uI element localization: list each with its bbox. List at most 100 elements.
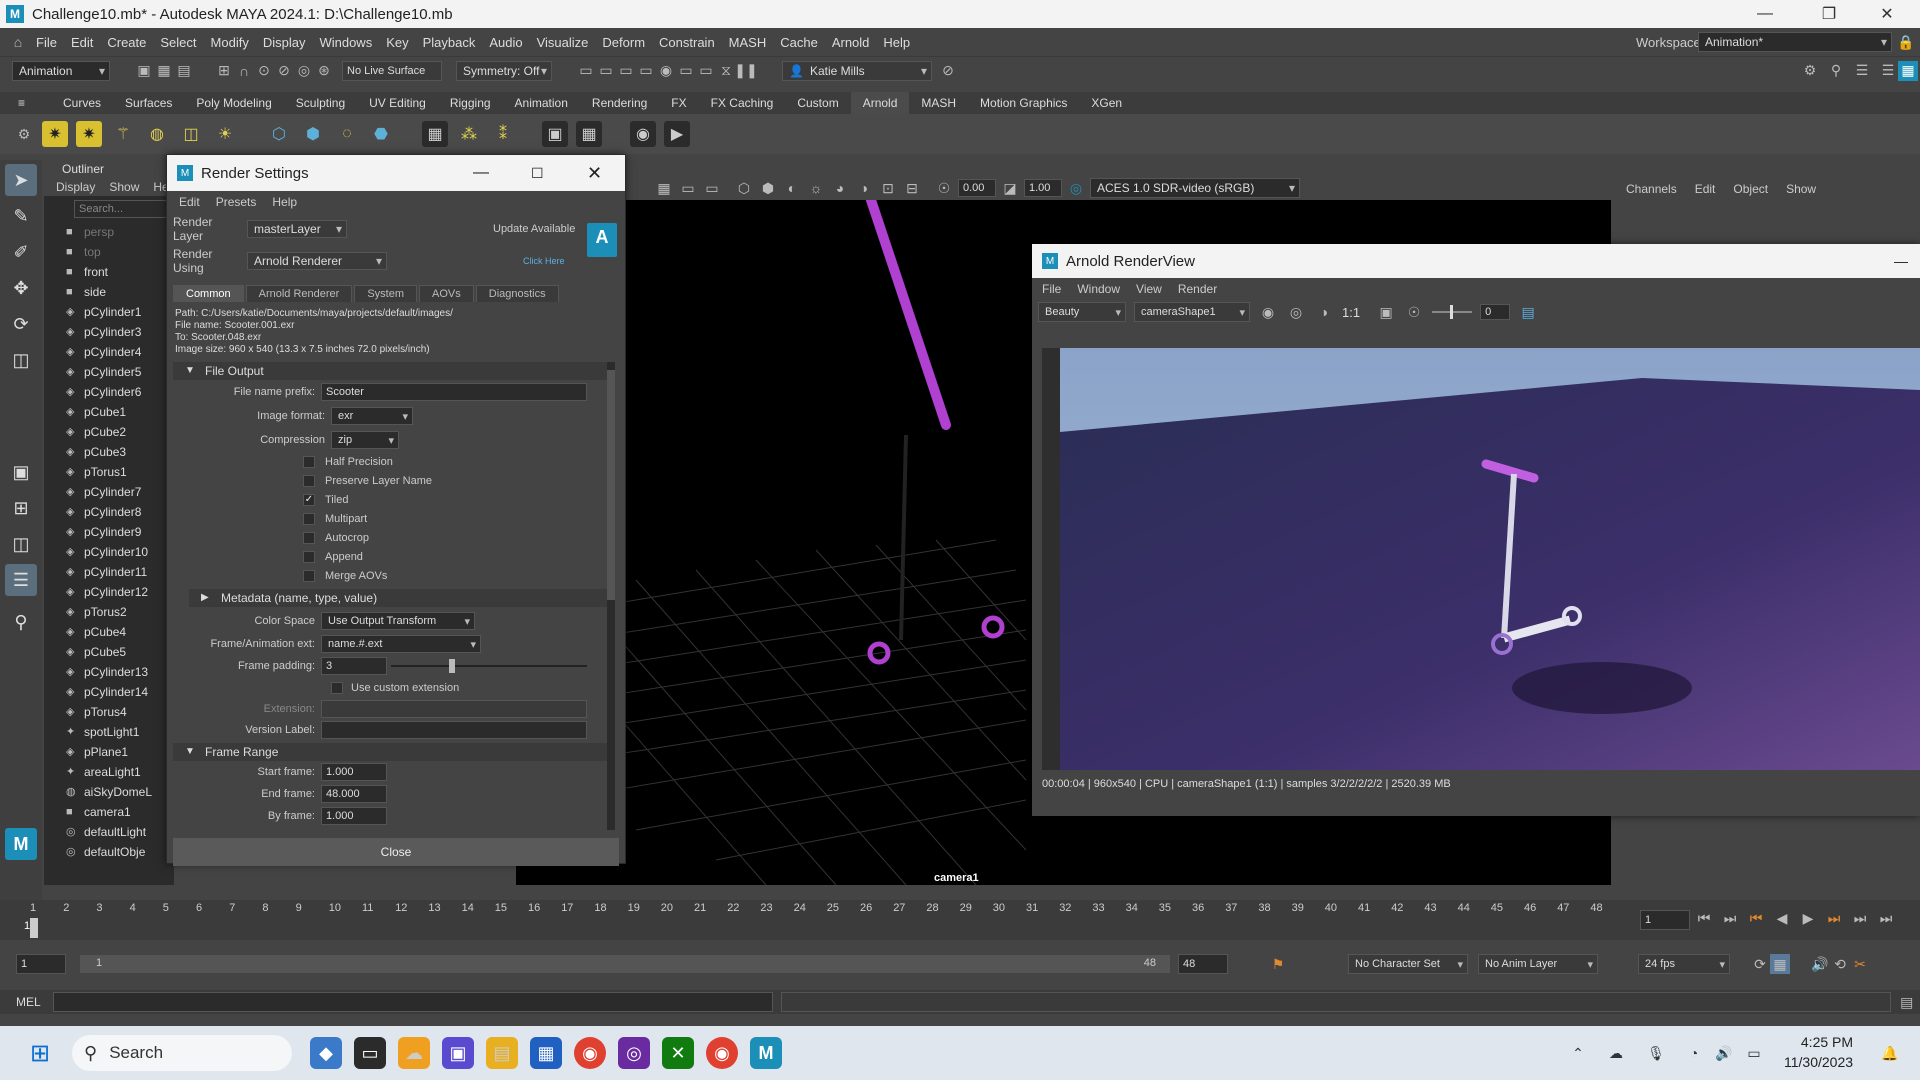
menu-modify[interactable]: Modify [211, 35, 249, 50]
menu-key[interactable]: Key [386, 35, 408, 50]
resolution-gate-icon[interactable]: ▭ [702, 178, 722, 198]
render-frame-icon[interactable]: ▭ [576, 61, 596, 81]
select-tool-icon[interactable]: ➤ [5, 164, 37, 196]
single-perspective-icon[interactable]: ▣ [5, 456, 37, 488]
format-dropdown[interactable]: exr [331, 407, 413, 425]
shelf-menu-icon[interactable]: ≡ [0, 92, 51, 114]
outliner-item[interactable]: ◈ pTorus2 [44, 602, 174, 622]
shelf-tab-fx-caching[interactable]: FX Caching [699, 92, 786, 114]
outliner-item[interactable]: ◈ pCylinder13 [44, 662, 174, 682]
menu-playback[interactable]: Playback [423, 35, 476, 50]
photometric-light-icon[interactable]: ⚚ [110, 121, 136, 147]
exposure-icon[interactable]: ☉ [934, 178, 954, 198]
tiled-checkbox[interactable]: ✓ [303, 493, 315, 506]
step-forward-frame-icon[interactable]: ⏭ [1824, 908, 1844, 928]
onedrive-icon[interactable]: ☁ [1606, 1043, 1626, 1063]
outliner-item[interactable]: ■ persp [44, 222, 174, 242]
standin-icon[interactable]: ⬡ [266, 121, 292, 147]
outliner-item[interactable]: ◈ pCylinder1 [44, 302, 174, 322]
sequence-icon[interactable]: ▦ [576, 121, 602, 147]
render-view-icon[interactable]: ▭ [676, 61, 696, 81]
rs-tab-aovs[interactable]: AOVs [419, 285, 474, 302]
prefix-input[interactable]: Scooter [321, 383, 587, 401]
menu-windows[interactable]: Windows [319, 35, 372, 50]
menuset-dropdown[interactable]: Animation [12, 60, 110, 81]
sound-icon[interactable]: 🔊 [1810, 954, 1830, 974]
loop-icon[interactable]: ⟳ [1750, 954, 1770, 974]
auto-key-icon[interactable]: ▦ [1770, 954, 1790, 974]
gamma-field[interactable]: 1.00 [1024, 179, 1062, 197]
widgets-icon[interactable]: ☁ [398, 1037, 430, 1069]
menu-file[interactable]: File [36, 35, 57, 50]
half-precision-checkbox[interactable] [303, 455, 315, 468]
snap-grid-icon[interactable]: ⊞ [214, 61, 234, 81]
shelf-tab-fx[interactable]: FX [659, 92, 698, 114]
ipr-render-icon[interactable]: ▭ [616, 61, 636, 81]
menu-mash[interactable]: MASH [729, 35, 767, 50]
outliner-item[interactable]: ◈ pCube1 [44, 402, 174, 422]
rotate-tool-icon[interactable]: ⟳ [5, 308, 37, 340]
select-component-icon[interactable]: ▤ [174, 61, 194, 81]
outliner-item[interactable]: ◎ defaultLight [44, 822, 174, 842]
channelbox-menu-object[interactable]: Object [1733, 182, 1768, 196]
textured-icon[interactable]: ◐ [782, 178, 802, 198]
outliner-item[interactable]: ◎ defaultObje [44, 842, 174, 862]
view-transform-dropdown[interactable]: ACES 1.0 SDR-video (sRGB) [1090, 178, 1300, 198]
outliner-item[interactable]: ◈ pCylinder12 [44, 582, 174, 602]
animation-end-field[interactable]: 48 [1178, 954, 1228, 974]
shelf-tab-animation[interactable]: Animation [503, 92, 580, 114]
outliner-item[interactable]: ◈ pCylinder6 [44, 382, 174, 402]
select-hierarchy-icon[interactable]: ▣ [134, 61, 154, 81]
current-frame-marker[interactable] [30, 918, 38, 938]
make-live-icon[interactable]: ⊛ [314, 61, 334, 81]
script-editor-icon[interactable]: ▤ [1897, 992, 1917, 1012]
outliner-item[interactable]: ✦ spotLight1 [44, 722, 174, 742]
home-icon[interactable]: ⌂ [8, 32, 28, 52]
shelf-tab-surfaces[interactable]: Surfaces [113, 92, 184, 114]
append-checkbox[interactable] [303, 550, 315, 563]
play-backwards-icon[interactable]: ◀ [1772, 908, 1792, 928]
time-slider[interactable]: 1 2 3 4 5 6 7 8 9 10 11 12 13 14 15 16 17 18 19 20 21 22 23 24 2… [0, 900, 1920, 940]
outliner-item[interactable]: ■ top [44, 242, 174, 262]
ao-icon[interactable]: ◑ [854, 178, 874, 198]
rv-menu-view[interactable]: View [1136, 282, 1162, 296]
xray-icon[interactable]: ⊟ [902, 178, 922, 198]
shelf-tab-arnold[interactable]: Arnold [850, 92, 910, 114]
outliner-item[interactable]: ◈ pCube3 [44, 442, 174, 462]
keyframe-icon[interactable]: ⚑ [1268, 954, 1288, 974]
preserve-layer-name-checkbox[interactable] [303, 474, 315, 487]
menu-create[interactable]: Create [107, 35, 146, 50]
maximize-button[interactable]: ❐ [1806, 0, 1852, 28]
exposure-rv-icon[interactable]: ☉ [1404, 302, 1424, 322]
wireframe-icon[interactable]: ⬡ [734, 178, 754, 198]
microphone-icon[interactable]: 🎙 [1646, 1043, 1666, 1063]
outliner-item[interactable]: ◍ aiSkyDomeL [44, 782, 174, 802]
channelbox-menu-channels[interactable]: Channels [1626, 182, 1677, 196]
click-here-link[interactable]: Click Here [523, 256, 565, 266]
render-button-icon[interactable]: ◉ [1258, 302, 1278, 322]
exposure-rv-input[interactable]: 0 [1480, 304, 1511, 320]
user-dropdown[interactable]: 👤 Katie Mills [782, 60, 932, 81]
channelbox-menu-show[interactable]: Show [1786, 182, 1816, 196]
wifi-icon[interactable]: ◔ [1684, 1043, 1704, 1063]
render-layer-dropdown[interactable]: masterLayer [247, 220, 347, 238]
layout-toggle-icon[interactable]: ▦ [1898, 60, 1918, 81]
channel-box-toggle-icon[interactable]: ☰ [1878, 61, 1898, 81]
search-help-icon[interactable]: ⊘ [938, 61, 958, 81]
frame-padding-input[interactable]: 3 [321, 657, 387, 675]
outliner-item[interactable]: ◈ pTorus4 [44, 702, 174, 722]
playblast-icon[interactable]: ◉ [630, 121, 656, 147]
custom-ext-checkbox[interactable] [331, 682, 343, 694]
outliner-item[interactable]: ✦ areaLight1 [44, 762, 174, 782]
notifications-icon[interactable]: 🔔 [1880, 1043, 1900, 1063]
menu-audio[interactable]: Audio [489, 35, 522, 50]
outliner-item[interactable]: ◈ pCylinder5 [44, 362, 174, 382]
range-slider[interactable]: 1 48 [80, 955, 1170, 973]
render-sequence-icon[interactable]: ▭ [596, 61, 616, 81]
by-frame-input[interactable]: 1.000 [321, 807, 387, 825]
outliner-item[interactable]: ◈ pCylinder11 [44, 562, 174, 582]
shelf-tab-mash[interactable]: MASH [909, 92, 968, 114]
outliner-item[interactable]: ◈ pCylinder8 [44, 502, 174, 522]
exposure-field[interactable]: 0.00 [958, 179, 996, 197]
snap-view-icon[interactable]: ⊘ [274, 61, 294, 81]
